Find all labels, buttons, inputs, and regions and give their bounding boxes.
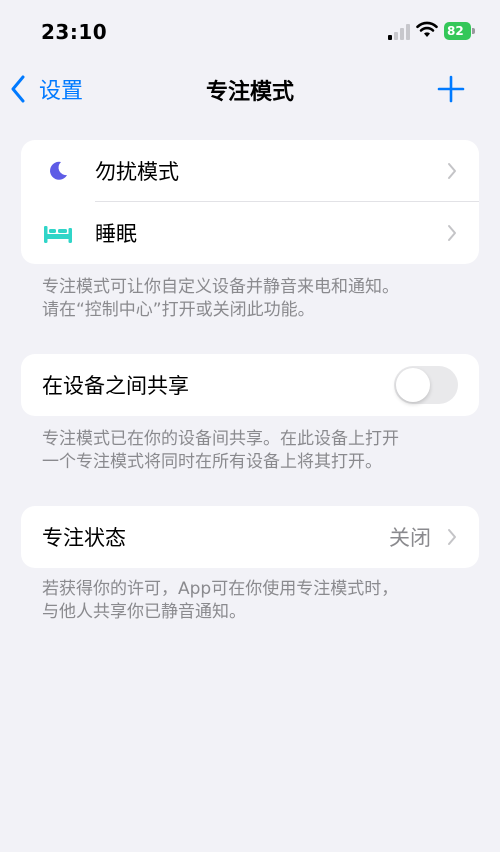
status-group: 专注状态 关闭: [21, 506, 479, 568]
cellular-signal-icon: [388, 24, 410, 40]
share-group: 在设备之间共享: [21, 354, 479, 416]
focus-mode-list: 勿扰模式 睡眠: [21, 140, 479, 264]
focus-footnote: 专注模式可让你自定义设备并静音来电和通知。 请在“控制中心”打开或关闭此功能。: [42, 277, 399, 320]
share-toggle[interactable]: [394, 366, 458, 404]
add-icon[interactable]: [436, 74, 466, 104]
bed-icon: [43, 218, 73, 248]
focus-item-sleep[interactable]: 睡眠: [21, 202, 479, 264]
battery-icon: 82: [444, 22, 475, 40]
chevron-right-icon: [448, 225, 456, 241]
status-bar: 23:10 82: [0, 0, 500, 62]
chevron-right-icon: [448, 163, 456, 179]
focus-item-label: 勿扰模式: [95, 160, 179, 184]
battery-level: 82: [444, 22, 471, 40]
share-footnote: 专注模式已在你的设备间共享。在此设备上打开 一个专注模式将同时在所有设备上将其打…: [42, 429, 399, 472]
share-across-devices-row: 在设备之间共享: [21, 354, 479, 416]
battery-tip: [472, 28, 475, 34]
focus-item-do-not-disturb[interactable]: 勿扰模式: [21, 140, 479, 202]
focus-status-row[interactable]: 专注状态 关闭: [21, 506, 479, 568]
focus-item-label: 睡眠: [95, 222, 137, 246]
page-title: 专注模式: [205, 80, 294, 105]
chevron-right-icon: [448, 529, 456, 545]
status-time: 23:10: [41, 20, 108, 44]
focus-status-value: 关闭: [389, 526, 431, 550]
status-footnote: 若获得你的许可，App可在你使用专注模式时， 与他人共享你已静音通知。: [42, 579, 399, 622]
share-label: 在设备之间共享: [42, 374, 189, 398]
toggle-knob: [396, 368, 430, 402]
moon-icon: [43, 156, 73, 186]
wifi-icon: [416, 21, 438, 37]
focus-status-label: 专注状态: [42, 526, 126, 550]
